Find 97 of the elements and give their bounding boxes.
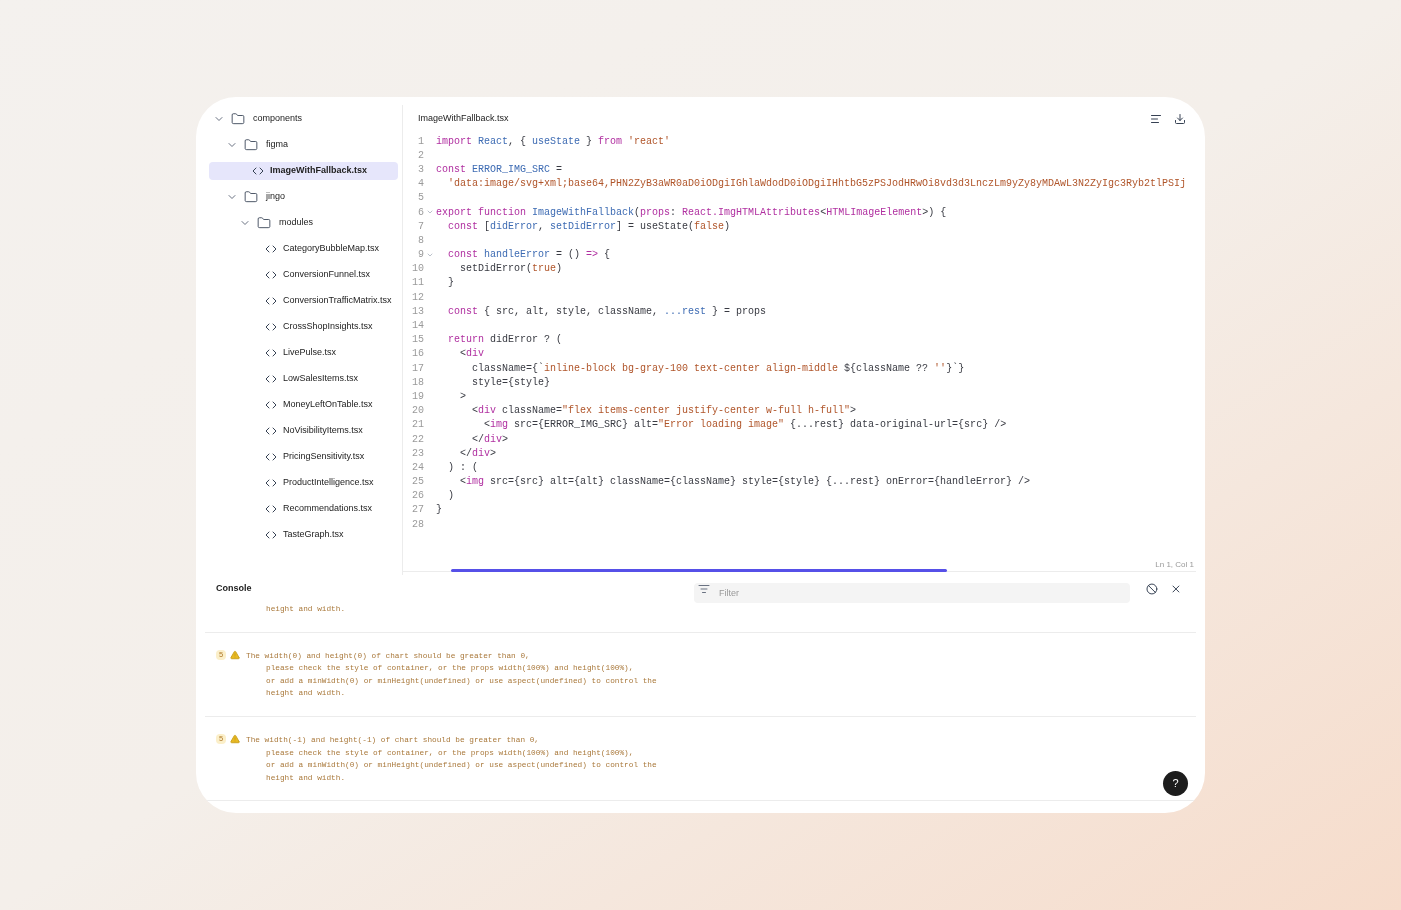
file-item[interactable]: ConversionFunnel.tsx [209,266,398,284]
warning-icon [230,650,241,661]
line-number: 19 [411,389,424,404]
code-line: className={`inline-block bg-gray-100 text-center align-middle ${className ?? ''}`} [471,361,965,376]
line-number: 15 [411,333,424,348]
file-item[interactable]: Recommendations.tsx [209,500,398,518]
file-item[interactable]: PricingSensitivity.tsx [209,448,398,466]
file-item[interactable]: ProductIntelligence.tsx [209,474,398,492]
format-icon[interactable] [1150,113,1162,125]
line-number: 21 [411,418,424,433]
line-number: 26 [411,489,424,504]
code-icon [265,451,277,463]
file-item[interactable]: NoVisibilityItems.tsx [209,422,398,440]
line-number: 27 [411,503,424,518]
scrollbar-thumb[interactable] [451,569,947,572]
code-line: </div> [471,432,509,447]
file-item[interactable]: CategoryBubbleMap.tsx [209,240,398,258]
code-icon [265,529,277,541]
code-line: ) : ( [447,460,478,475]
line-number: 18 [411,375,424,390]
code-line: const { src, alt, style, className, ...rest } = props [447,304,767,319]
line-number: 20 [411,404,424,419]
line-number: 1 [417,134,424,149]
file-item[interactable]: ConversionTrafficMatrix.tsx [209,292,398,310]
file-item[interactable]: CrossShopInsights.tsx [209,318,398,336]
cursor-position: Ln 1, Col 1 [1155,559,1194,571]
code-icon [265,243,277,255]
folder-icon [244,138,258,152]
line-number: 28 [411,517,424,532]
file-item[interactable]: TasteGraph.tsx [209,526,398,544]
close-icon[interactable] [1170,583,1182,595]
code-line: const handleError = () => { [447,248,611,263]
file-tab-title: ImageWithFallback.tsx [418,112,510,126]
code-line: import React, { useState } from 'react' [436,134,671,149]
line-number: 7 [417,219,424,234]
folder-icon [257,216,271,230]
file-item[interactable]: MoneyLeftOnTable.tsx [209,396,398,414]
line-number: 17 [411,361,424,376]
code-line: setDidError(true) [459,262,563,277]
help-button[interactable]: ? [1163,771,1188,796]
line-number: 5 [417,191,424,206]
file-item[interactable]: LowSalesItems.tsx [209,370,398,388]
code-line: <div className="flex items-center justify-center w-full h-full"> [471,404,857,419]
file-item[interactable]: ImageWithFallback.tsx [209,162,398,180]
line-number: 16 [411,347,424,362]
folder-icon [244,190,258,204]
download-icon[interactable] [1174,113,1186,125]
line-number: 8 [417,233,424,248]
folder-name[interactable]: components [253,112,303,126]
code-icon [265,399,277,411]
code-icon [265,373,277,385]
line-number: 25 [411,475,424,490]
clear-icon[interactable] [1146,583,1159,595]
line-number: 4 [417,177,424,192]
code-icon [265,295,277,307]
filter-icon [697,583,710,595]
line-number: 9 [417,248,424,263]
code-line: <img src={src} alt={alt} className={className} style={style} {...rest} onError={handleError} /> [459,475,1031,490]
code-line: ) [447,489,454,504]
line-number: 11 [411,276,424,291]
line-number: 14 [411,319,424,334]
code-line: return didError ? ( [447,333,563,348]
code-line: } [436,503,442,518]
code-line: style={style} [471,375,551,390]
line-number: 12 [411,290,424,305]
code-line: const ERROR_IMG_SRC = [436,162,563,177]
code-line: <img src={ERROR_IMG_SRC} alt="Error loading image" {...rest} data-original-url={src} /> [483,418,1007,433]
code-icon [265,425,277,437]
line-number: 6 [417,205,424,220]
code-icon [265,347,277,359]
folder-icon [231,112,245,126]
code-line: export function ImageWithFallback(props: React.ImgHTMLAttributes<HTMLImageElement>) { [436,205,947,220]
code-line: </div> [459,446,497,461]
code-icon [265,321,277,333]
code-line: > [459,389,466,404]
code-icon [265,503,277,515]
code-icon [265,269,277,281]
line-number: 24 [411,460,424,475]
code-line: 'data:image/svg+xml;base64,PHN2ZyB3aWR0aD0iODgiIGhlaWdodD0iODgiIHhtbG5zPSJodHRwOi8vd3d3LnczLm9yZy8yMDAwL3N2ZyIgc3Ryb2tlPSIj [447,177,1187,192]
console-title: Console [216,582,253,596]
code-line: const [didError, setDidError] = useState(false) [447,219,731,234]
filter-field[interactable]: Filter [693,583,1131,603]
code-icon [265,477,277,489]
folder-name[interactable]: modules [279,216,314,230]
line-number: 10 [411,262,424,277]
code-line: } [447,276,454,291]
line-number: 23 [411,446,424,461]
line-number: 22 [411,432,424,447]
code-line: <div [459,347,485,362]
warning-icon [230,734,241,745]
file-item[interactable]: LivePulse.tsx [209,344,398,362]
folder-name[interactable]: jingo [266,190,285,204]
line-number: 13 [411,304,424,319]
line-number: 2 [417,148,424,163]
folder-name[interactable]: figma [266,138,288,152]
code-icon [252,165,264,177]
line-number: 3 [417,162,424,177]
